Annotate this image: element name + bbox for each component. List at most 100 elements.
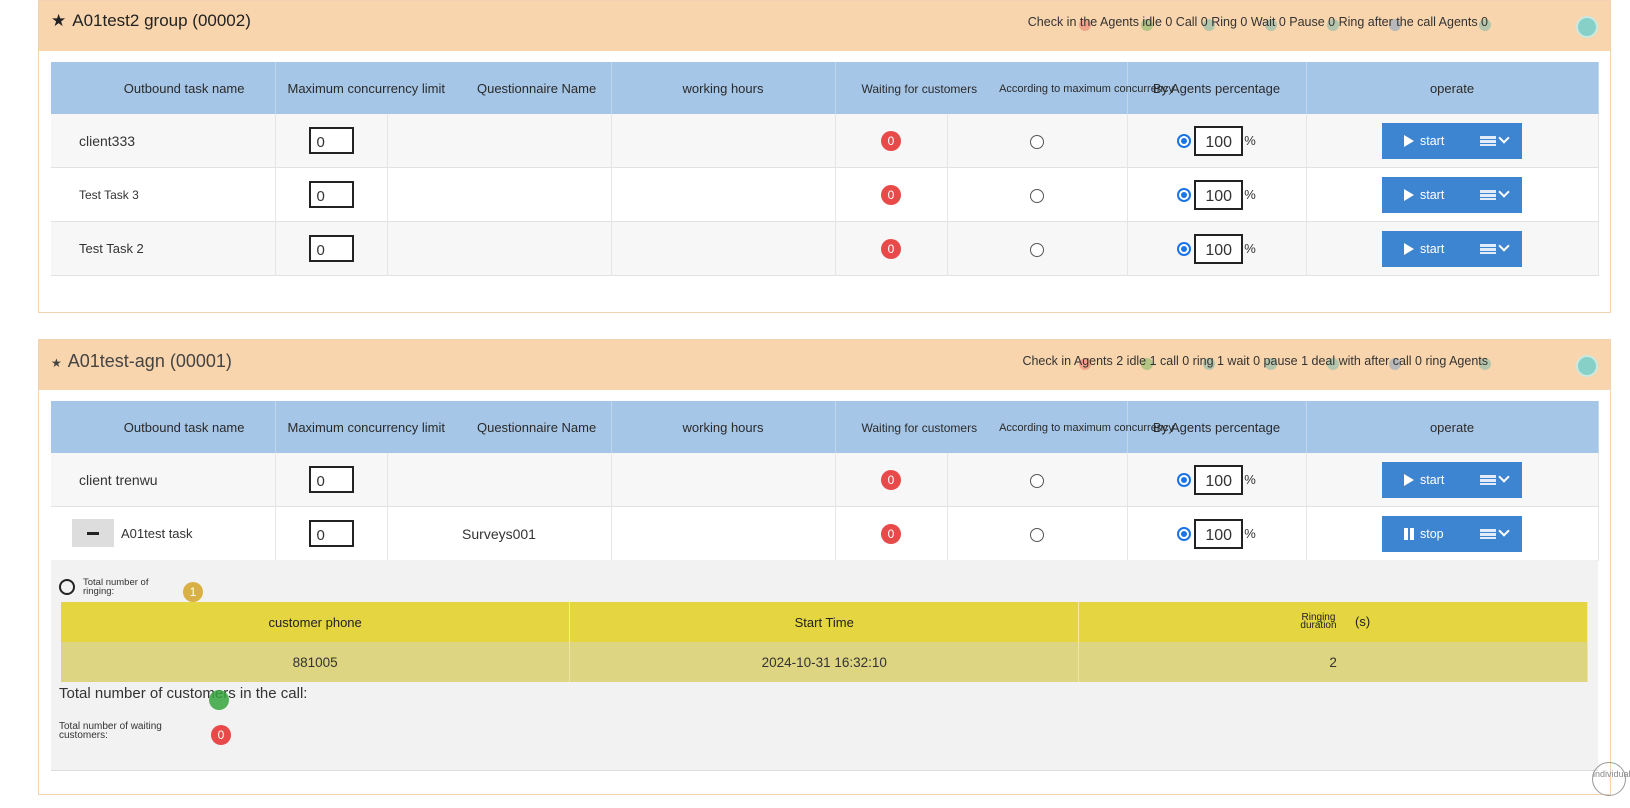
max-concurrency-radio[interactable] [1030, 527, 1044, 542]
operate-cell: start [1306, 167, 1599, 222]
max-concurrency-radio[interactable] [1030, 473, 1044, 488]
max-concurrency-radio[interactable] [1030, 134, 1044, 149]
menu-dropdown-icon[interactable] [1480, 132, 1510, 146]
menu-dropdown-icon[interactable] [1480, 240, 1510, 254]
max-concurrency-cell [947, 167, 1128, 222]
max-concurrency-radio[interactable] [1030, 188, 1044, 203]
table-row: Test Task 2 0 0 100% start [51, 221, 1599, 276]
task-detail-panel: Total number of ringing: 1 customer phon… [51, 560, 1598, 771]
table-row: A01test task 0 Surveys001 0 100% stop [51, 506, 1599, 561]
individual-icon[interactable]: individual [1592, 762, 1630, 796]
task-name: A01test task [121, 526, 193, 541]
percentage-input[interactable]: 100 [1194, 518, 1244, 549]
start-button[interactable]: start [1382, 122, 1522, 159]
group-title: ★ A01test-agn (00001) [51, 351, 232, 371]
col-working-hours: working hours [611, 401, 836, 453]
questionnaire-cell [387, 167, 612, 222]
task-name: client333 [51, 114, 276, 168]
play-icon [1404, 188, 1414, 201]
task-table: Outbound task name Maximum concurrency l… [51, 62, 1599, 276]
col-ringing-duration: Ringing duration (s) [1078, 602, 1588, 642]
concurrency-input[interactable]: 0 [308, 235, 354, 262]
agents-status-icon[interactable] [1576, 355, 1598, 377]
task-name: Test Task 2 [51, 221, 276, 276]
questionnaire-cell [387, 114, 612, 168]
waiting-badge: 0 [881, 238, 901, 259]
hours-cell [611, 167, 836, 222]
percentage-cell: 100% [1127, 167, 1307, 222]
start-button[interactable]: start [1382, 176, 1522, 213]
col-customer-phone: customer phone [61, 602, 571, 642]
waiting-badge: 0 [881, 184, 901, 205]
ringing-table: customer phone Start Time Ringing durati… [61, 602, 1588, 682]
col-waiting: Waiting for customers According to maximu… [835, 62, 1174, 114]
col-task-name: Outbound task name [51, 401, 276, 453]
pause-icon [1404, 527, 1414, 540]
operate-cell: start [1306, 221, 1599, 276]
limit-cell: 0 [275, 167, 388, 222]
limit-cell: 0 [275, 506, 388, 561]
percentage-input[interactable]: 100 [1194, 233, 1244, 264]
ringing-row: 881005 2024-10-31 16:32:10 2 [61, 642, 1588, 682]
concurrency-input[interactable]: 0 [308, 127, 354, 154]
stop-button[interactable]: stop [1382, 515, 1522, 552]
percentage-cell: 100% [1127, 453, 1307, 507]
col-working-hours: working hours [611, 62, 836, 114]
limit-cell: 0 [275, 114, 388, 168]
waiting-badge: 0 [881, 523, 901, 544]
waiting-cell: 0 [835, 167, 948, 222]
percentage-radio[interactable] [1177, 133, 1192, 148]
percentage-input[interactable]: 100 [1194, 179, 1244, 210]
customer-phone: 881005 [61, 642, 571, 682]
collapse-button[interactable] [72, 519, 114, 547]
waiting-customers-label: Total number of waiting customers: [59, 721, 162, 741]
concurrency-input[interactable]: 0 [308, 466, 354, 493]
group-title: ★ A01test2 group (00002) [51, 11, 251, 30]
table-row: Test Task 3 0 0 100% start [51, 167, 1599, 222]
table-row: client trenwu 0 0 100% start [51, 453, 1599, 507]
menu-dropdown-icon[interactable] [1480, 471, 1510, 485]
loading-spinner-icon [59, 579, 75, 595]
percentage-radio[interactable] [1177, 187, 1192, 202]
percentage-cell: 100% [1127, 221, 1307, 276]
ringing-label: Total number of ringing: [83, 577, 149, 597]
percentage-radio[interactable] [1177, 472, 1192, 487]
table-row: client333 0 0 100% start [51, 114, 1599, 168]
task-table: Outbound task name Maximum concurrency l… [51, 401, 1599, 561]
play-icon [1404, 473, 1414, 486]
col-max-limit: Maximum concurrency limit Questionnaire N… [275, 62, 612, 114]
percentage-input[interactable]: 100 [1194, 125, 1244, 156]
max-concurrency-cell [947, 506, 1128, 561]
table-header-row: Outbound task name Maximum concurrency l… [51, 62, 1599, 114]
agents-status-icon[interactable] [1576, 16, 1598, 38]
task-name-cell: A01test task [51, 506, 276, 561]
questionnaire-cell [387, 221, 612, 276]
max-concurrency-cell [947, 453, 1128, 507]
ringing-header-row: customer phone Start Time Ringing durati… [61, 602, 1588, 642]
menu-dropdown-icon[interactable] [1480, 186, 1510, 200]
waiting-cell: 0 [835, 506, 948, 561]
ringing-count-badge: 1 [183, 582, 203, 602]
ringing-duration: 2 [1078, 642, 1588, 682]
menu-dropdown-icon[interactable] [1480, 525, 1510, 539]
col-operate: operate [1306, 401, 1599, 453]
col-task-name: Outbound task name [51, 62, 276, 114]
max-concurrency-cell [947, 114, 1128, 168]
hours-cell [611, 221, 836, 276]
waiting-badge: 0 [881, 469, 901, 490]
task-name: Test Task 3 [51, 167, 276, 222]
start-button[interactable]: start [1382, 461, 1522, 498]
percentage-radio[interactable] [1177, 526, 1192, 541]
start-button[interactable]: start [1382, 230, 1522, 267]
star-icon: ★ [51, 356, 62, 370]
concurrency-input[interactable]: 0 [308, 181, 354, 208]
hours-cell [611, 453, 836, 507]
concurrency-input[interactable]: 0 [308, 520, 354, 547]
percentage-radio[interactable] [1177, 241, 1192, 256]
operate-cell: start [1306, 114, 1599, 168]
max-concurrency-radio[interactable] [1030, 242, 1044, 257]
waiting-cell: 0 [835, 114, 948, 168]
percentage-input[interactable]: 100 [1194, 464, 1244, 495]
col-max-limit: Maximum concurrency limit Questionnaire N… [275, 401, 612, 453]
group-panel-a01test2: ★ A01test2 group (00002) Check in the Age… [38, 0, 1611, 313]
